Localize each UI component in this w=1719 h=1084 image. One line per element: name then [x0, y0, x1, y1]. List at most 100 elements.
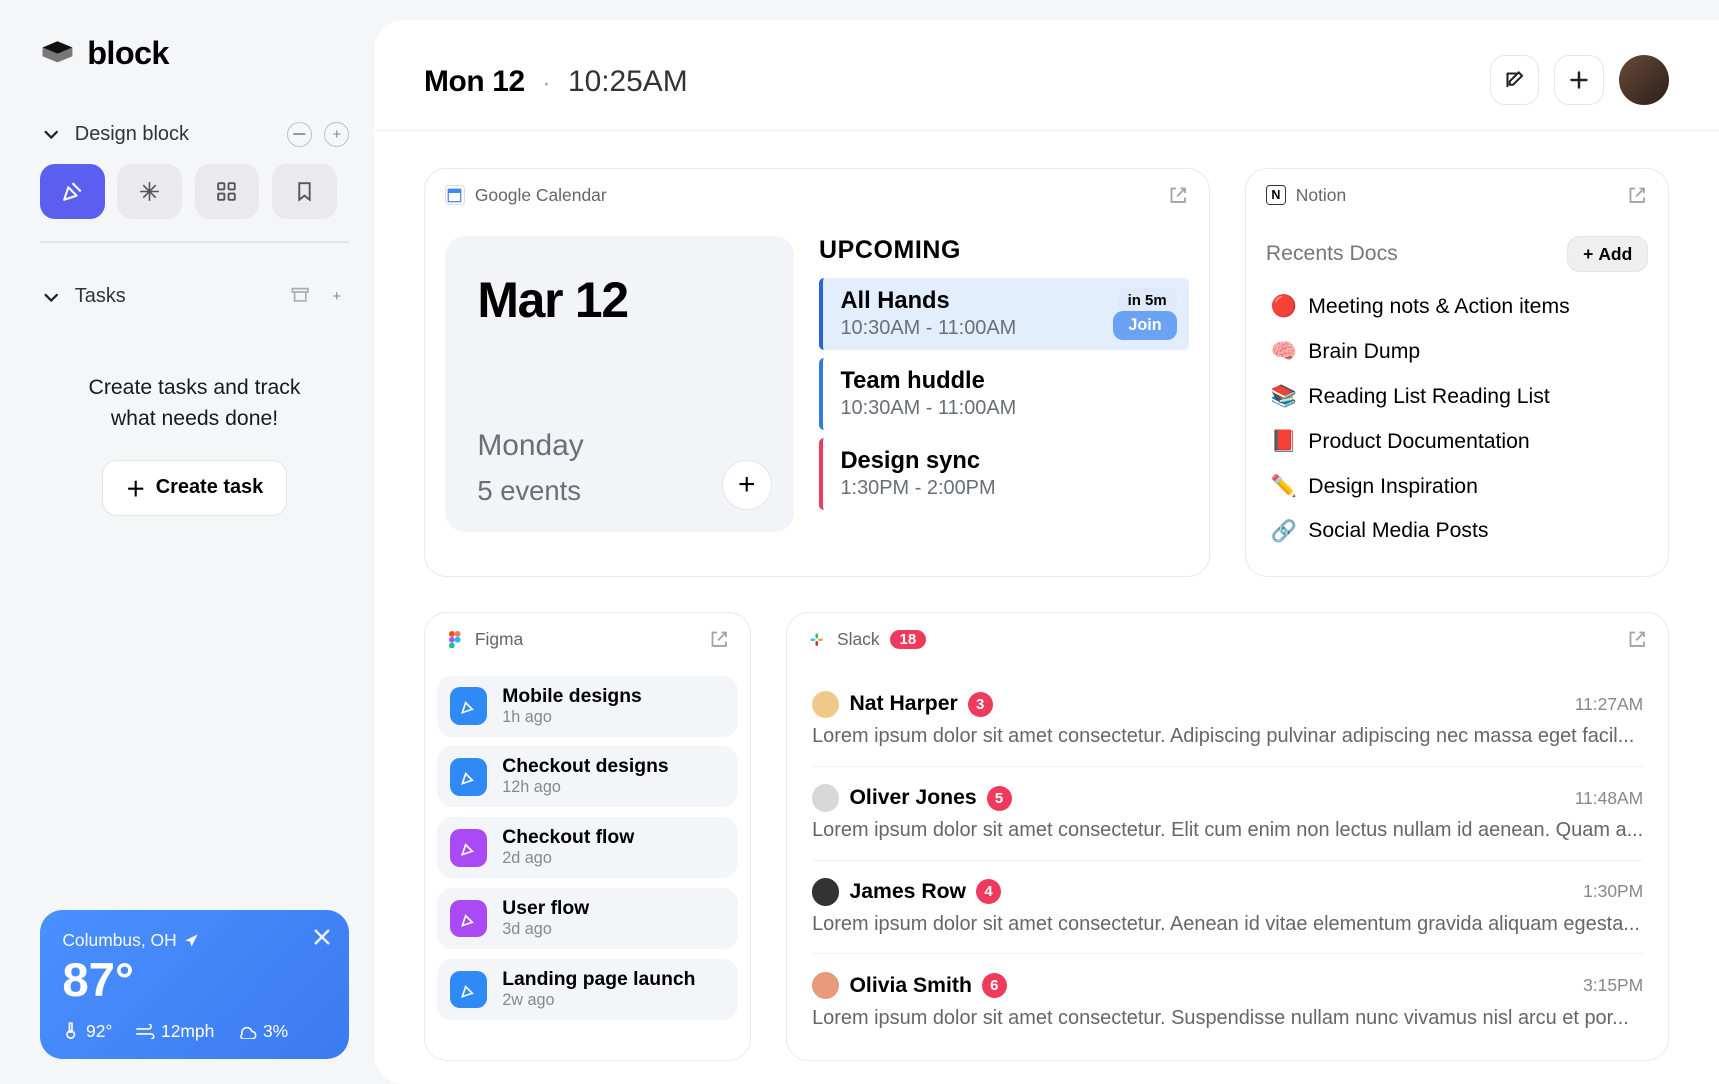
sidebar: block Design block + Tasks	[0, 0, 374, 1084]
figma-file-time: 2w ago	[502, 991, 695, 1010]
calendar-event[interactable]: Team huddle 10:30AM - 11:00AM	[819, 358, 1189, 430]
add-block-button[interactable]: +	[324, 122, 349, 147]
slack-msg-time: 11:27AM	[1575, 694, 1644, 715]
calendar-count: 5 events	[477, 475, 761, 507]
google-calendar-icon	[445, 185, 465, 205]
location-icon	[184, 933, 199, 948]
notion-doc-item[interactable]: 🔗Social Media Posts	[1266, 509, 1648, 554]
block-type-pen[interactable]	[40, 164, 105, 219]
doc-emoji-icon: 📕	[1271, 429, 1296, 454]
figma-file-title: User flow	[502, 898, 589, 920]
compose-button[interactable]	[1490, 55, 1540, 105]
topbar-date: Mon 12	[424, 65, 525, 99]
calendar-date-box: Mar 12 Monday 5 events +	[445, 236, 794, 532]
figma-file-item[interactable]: User flow 3d ago	[437, 888, 737, 949]
slack-msg-count: 5	[987, 786, 1012, 811]
slack-msg-text: Lorem ipsum dolor sit amet consectetur. …	[812, 913, 1643, 936]
block-icon	[40, 40, 75, 67]
figma-file-time: 12h ago	[502, 778, 668, 797]
calendar-event[interactable]: All Hands 10:30AM - 11:00AM in 5m Join	[819, 278, 1189, 350]
archive-icon[interactable]	[289, 283, 311, 311]
slack-unread-badge: 18	[890, 630, 927, 649]
figma-file-icon	[450, 758, 487, 795]
event-title: Team huddle	[840, 368, 1171, 395]
block-type-bookmark[interactable]	[272, 164, 337, 219]
user-avatar-icon	[812, 878, 839, 905]
block-type-sparkle[interactable]	[117, 164, 182, 219]
card-source: Notion	[1296, 185, 1346, 206]
collapse-button[interactable]	[287, 122, 312, 147]
slack-icon	[807, 629, 827, 649]
doc-title: Product Documentation	[1308, 430, 1529, 454]
slack-user-name: Olivia Smith	[849, 974, 971, 998]
user-avatar-icon	[812, 972, 839, 999]
card-source: Figma	[475, 629, 523, 650]
close-icon[interactable]	[312, 927, 332, 953]
slack-msg-time: 11:48AM	[1575, 788, 1644, 809]
figma-file-item[interactable]: Checkout flow 2d ago	[437, 817, 737, 878]
weather-wind: 12mph	[135, 1021, 215, 1042]
figma-file-time: 1h ago	[502, 708, 642, 727]
slack-message[interactable]: Olivia Smith 6 3:15PM Lorem ipsum dolor …	[812, 954, 1643, 1047]
figma-file-title: Mobile designs	[502, 686, 642, 708]
add-event-button[interactable]: +	[722, 460, 772, 510]
topbar: Mon 12 · 10:25AM	[374, 20, 1719, 131]
doc-title: Design Inspiration	[1308, 475, 1478, 499]
design-block-section: Design block +	[40, 122, 349, 243]
event-time: 1:30PM - 2:00PM	[840, 477, 1171, 500]
card-source: Google Calendar	[475, 185, 607, 206]
add-task-button[interactable]: +	[324, 284, 349, 309]
slack-user-name: James Row	[849, 880, 966, 904]
notion-doc-item[interactable]: 📚 Reading List Reading List	[1266, 374, 1648, 419]
block-type-grid[interactable]	[195, 164, 260, 219]
slack-card: Slack 18 Nat Harper 3 11:27AM Lorem ipsu…	[786, 612, 1669, 1060]
notion-add-button[interactable]: +Add	[1567, 236, 1648, 271]
weather-precip: 3%	[237, 1021, 288, 1042]
figma-file-item[interactable]: Mobile designs 1h ago	[437, 676, 737, 737]
figma-file-icon	[450, 971, 487, 1008]
slack-msg-time: 3:15PM	[1583, 975, 1643, 996]
event-badge: in 5m	[1118, 288, 1177, 312]
create-task-button[interactable]: ＋ Create task	[102, 460, 286, 516]
user-avatar[interactable]	[1619, 55, 1669, 105]
weather-location: Columbus, OH	[62, 930, 326, 951]
notion-doc-item[interactable]: ✏️Design Inspiration	[1266, 464, 1648, 509]
open-external-icon[interactable]	[1626, 184, 1648, 206]
chevron-down-icon	[40, 286, 62, 308]
doc-emoji-icon: 🔴	[1271, 294, 1296, 319]
topbar-time: 10:25AM	[568, 65, 688, 99]
slack-message[interactable]: Nat Harper 3 11:27AM Lorem ipsum dolor s…	[812, 673, 1643, 767]
doc-emoji-icon: 📚	[1271, 384, 1296, 409]
calendar-event[interactable]: Design sync 1:30PM - 2:00PM	[819, 438, 1189, 510]
tasks-section: Tasks + Create tasks and track what need…	[40, 283, 349, 516]
figma-file-item[interactable]: Landing page launch 2w ago	[437, 959, 737, 1020]
slack-msg-text: Lorem ipsum dolor sit amet consectetur. …	[812, 819, 1643, 842]
notion-doc-item[interactable]: 🧠Brain Dump	[1266, 329, 1648, 374]
notion-card: N Notion Recents Docs +Add 🔴Meeting nots…	[1245, 168, 1669, 577]
chevron-down-icon	[40, 123, 62, 145]
notion-section-label: Recents Docs	[1266, 242, 1398, 266]
notion-doc-item[interactable]: 📕 Product Documentation	[1266, 419, 1648, 464]
doc-title: Reading List Reading List	[1308, 385, 1549, 409]
add-button[interactable]	[1554, 55, 1604, 105]
slack-message[interactable]: Oliver Jones 5 11:48AM Lorem ipsum dolor…	[812, 767, 1643, 861]
slack-msg-text: Lorem ipsum dolor sit amet consectetur. …	[812, 725, 1643, 748]
figma-file-time: 3d ago	[502, 920, 589, 939]
notion-doc-item[interactable]: 🔴Meeting nots & Action items	[1266, 284, 1648, 329]
open-external-icon[interactable]	[1167, 184, 1189, 206]
open-external-icon[interactable]	[1626, 628, 1648, 650]
calendar-card: Google Calendar Mar 12 Monday 5 events +…	[424, 168, 1210, 577]
main-content: Mon 12 · 10:25AM Google Calendar	[374, 20, 1719, 1084]
figma-file-item[interactable]: Checkout designs 12h ago	[437, 746, 737, 807]
weather-temp: 87°	[62, 953, 326, 1008]
open-external-icon[interactable]	[708, 628, 730, 650]
slack-message[interactable]: James Row 4 1:30PM Lorem ipsum dolor sit…	[812, 861, 1643, 955]
join-button[interactable]: Join	[1113, 311, 1176, 340]
slack-msg-count: 4	[976, 879, 1001, 904]
tasks-label: Tasks	[75, 285, 126, 308]
figma-file-icon	[450, 829, 487, 866]
app-name: block	[87, 35, 169, 72]
doc-emoji-icon: 🔗	[1271, 519, 1296, 544]
figma-file-icon	[450, 900, 487, 937]
slack-msg-text: Lorem ipsum dolor sit amet consectetur. …	[812, 1007, 1643, 1030]
